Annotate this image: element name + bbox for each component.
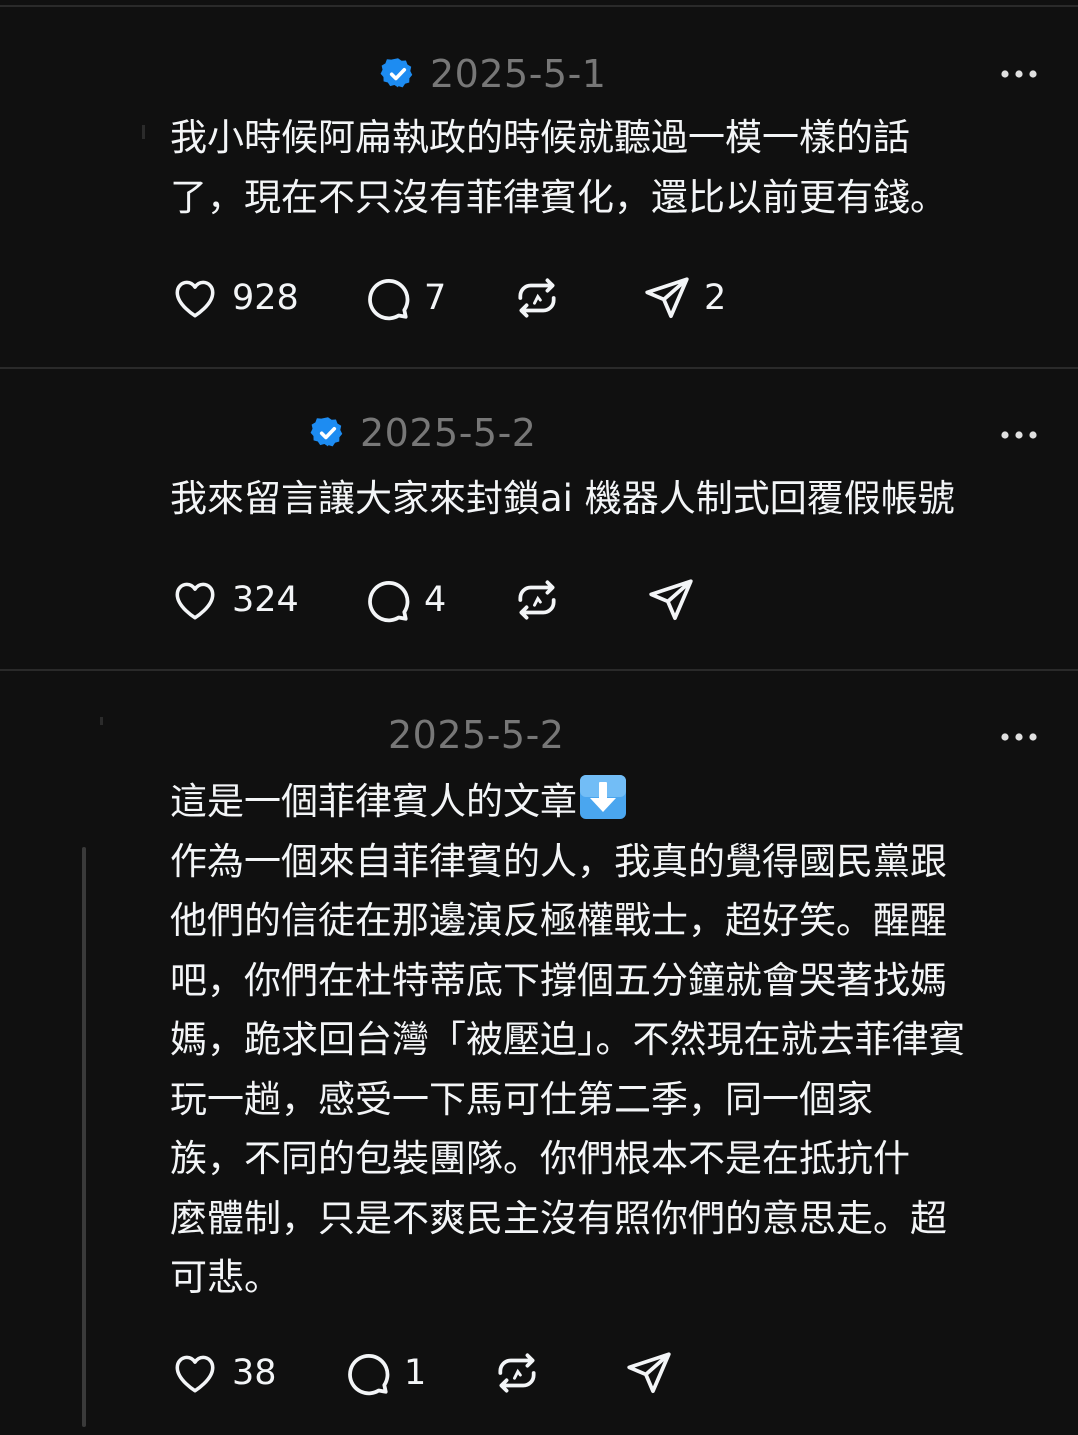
reply-count: 7 — [424, 278, 447, 318]
post-meta: 2025-5-1 — [380, 52, 606, 96]
heart-icon — [175, 582, 215, 620]
post-date: 2025-5-1 — [430, 52, 607, 96]
more-options-icon[interactable] — [1000, 429, 1038, 441]
like-count: 38 — [232, 1353, 277, 1393]
post-actions: 928 7 2 — [170, 272, 726, 324]
verified-badge-icon — [380, 58, 413, 88]
post-text-body: 作為一個來自菲律賓的人，我真的覺得國民黨跟 他們的信徒在那邊演反極權戰士，超好笑… — [170, 839, 966, 1300]
repost-button[interactable] — [512, 272, 642, 324]
share-count: 2 — [704, 278, 727, 318]
post-meta: 2025-5-2 — [388, 713, 564, 757]
post-date: 2025-5-2 — [388, 713, 565, 757]
post-date: 2025-5-2 — [360, 411, 537, 455]
repost-button[interactable] — [492, 1347, 624, 1399]
post-2: 2025-5-2 我來留言讓大家來封鎖ai 機器人制式回覆假帳號 324 4 — [0, 367, 1078, 669]
down-arrow-emoji — [580, 775, 626, 819]
like-button[interactable]: 324 — [170, 574, 362, 626]
post-text: 這是一個菲律賓人的文章 作為一個來自菲律賓的人，我真的覺得國民黨跟 他們的信徒在… — [170, 772, 1050, 1308]
repost-icon — [498, 1353, 536, 1393]
like-count: 928 — [232, 278, 299, 318]
reply-button[interactable]: 7 — [362, 272, 512, 324]
comment-icon — [368, 279, 410, 321]
reply-button[interactable]: 4 — [362, 574, 512, 626]
like-button[interactable]: 928 — [170, 272, 362, 324]
reply-count: 1 — [404, 1353, 427, 1393]
post-actions: 38 1 — [170, 1347, 674, 1399]
comment-icon — [348, 1354, 390, 1396]
post-text-first-line: 這是一個菲律賓人的文章 — [170, 780, 577, 823]
more-options-icon[interactable] — [1000, 731, 1038, 743]
repost-icon — [518, 580, 556, 620]
avatar-remnant — [142, 125, 145, 139]
post-actions: 324 4 — [170, 574, 696, 626]
post-text: 我小時候阿扁執政的時候就聽過一模一樣的話 了，現在不只沒有菲律賓化，還比以前更有… — [170, 116, 947, 219]
comment-icon — [368, 581, 410, 623]
share-send-icon — [645, 277, 689, 318]
share-send-icon — [627, 1352, 671, 1393]
like-button[interactable]: 38 — [170, 1347, 342, 1399]
repost-button[interactable] — [512, 574, 646, 626]
repost-icon — [518, 278, 556, 318]
reply-button[interactable]: 1 — [342, 1347, 492, 1399]
avatar-remnant — [100, 717, 103, 725]
post-text: 我來留言讓大家來封鎖ai 機器人制式回覆假帳號 — [170, 477, 955, 520]
more-options-icon[interactable] — [1000, 68, 1038, 80]
post-1: 2025-5-1 我小時候阿扁執政的時候就聽過一模一樣的話 了，現在不只沒有菲律… — [0, 5, 1078, 367]
share-button[interactable]: 2 — [642, 272, 726, 324]
post-3: 2025-5-2 這是一個菲律賓人的文章 作為一個來自菲律賓的人，我真的覺得國民… — [0, 669, 1078, 1435]
post-meta: 2025-5-2 — [310, 411, 536, 455]
reply-count: 4 — [424, 580, 447, 620]
heart-icon — [175, 280, 215, 318]
heart-icon — [175, 1355, 215, 1393]
share-button[interactable] — [624, 1347, 674, 1399]
share-button[interactable] — [646, 574, 696, 626]
like-count: 324 — [232, 580, 299, 620]
thread-line — [82, 847, 86, 1427]
verified-badge-icon — [310, 417, 343, 447]
share-send-icon — [649, 579, 693, 620]
